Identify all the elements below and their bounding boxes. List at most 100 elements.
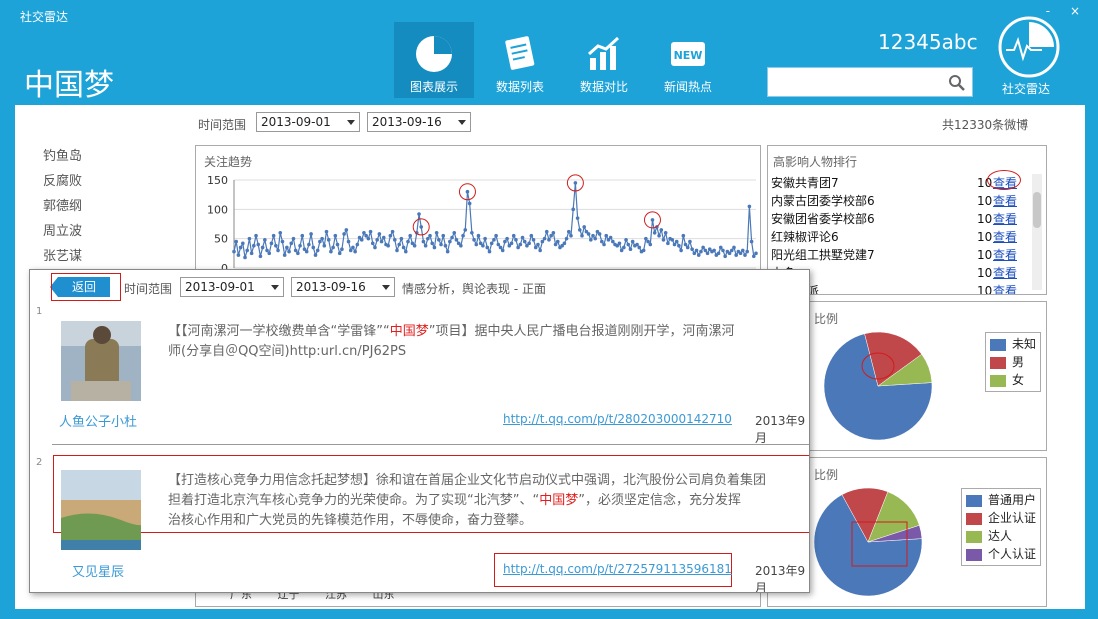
keyword-item[interactable]: 郭德纲 — [43, 195, 82, 220]
data-point — [256, 242, 261, 247]
data-point — [597, 232, 602, 236]
data-point — [688, 239, 692, 244]
data-point — [329, 249, 333, 254]
post-url-link[interactable]: http://t.qq.com/p/t/272579113596181 — [503, 562, 732, 576]
data-point — [241, 241, 245, 246]
data-point — [589, 238, 593, 242]
keyword-highlight: 中国梦 — [389, 324, 429, 339]
keyword-item[interactable]: 张艺谋 — [43, 245, 82, 270]
data-point — [390, 229, 395, 234]
data-point — [514, 238, 518, 242]
data-point — [441, 233, 446, 238]
person-count: 10 — [977, 284, 993, 295]
data-point — [694, 248, 699, 253]
nav-chart-display[interactable]: 图表展示 — [394, 22, 474, 98]
author-name[interactable]: 又见星辰 — [72, 561, 124, 580]
data-point — [397, 242, 401, 247]
person-name: 安徽共青团7 — [771, 176, 839, 190]
data-point — [373, 245, 377, 250]
data-point — [600, 239, 604, 244]
data-point — [287, 249, 291, 254]
start-date-select[interactable]: 2013-09-01 — [256, 112, 360, 132]
text-segment: 担着打造北京汽车核心竞争力的光荣使命。为了实现“北汽梦”、“ — [168, 493, 540, 508]
search-icon[interactable] — [948, 74, 966, 92]
data-point — [555, 239, 560, 244]
trend-title: 关注趋势 — [204, 155, 253, 169]
view-link[interactable]: 查看 — [993, 264, 1017, 282]
data-point — [476, 233, 481, 238]
data-point — [496, 242, 501, 247]
data-point — [622, 245, 626, 250]
legend-label: 男 — [1012, 355, 1025, 369]
data-point — [344, 228, 349, 232]
data-point — [443, 243, 448, 248]
legend-item: 女 — [990, 371, 1036, 389]
data-point — [542, 236, 547, 241]
data-point — [448, 239, 452, 244]
scrollbar-thumb[interactable] — [1033, 192, 1041, 228]
author-avatar[interactable] — [61, 470, 141, 550]
author-avatar[interactable] — [61, 321, 141, 401]
data-point — [234, 239, 239, 244]
data-point — [406, 239, 410, 244]
data-point — [359, 238, 364, 242]
data-point — [293, 248, 298, 253]
data-point — [375, 238, 379, 242]
post-url-link[interactable]: http://t.qq.com/p/t/280203000142710 — [503, 412, 732, 426]
nav-data-list[interactable]: 数据列表 — [480, 22, 560, 98]
data-point — [575, 216, 580, 220]
data-point — [326, 238, 331, 242]
data-point — [278, 231, 283, 235]
popup-start-date-value: 2013-09-01 — [185, 280, 255, 294]
data-point — [245, 248, 250, 253]
keyword-item[interactable]: 反腐败 — [43, 170, 82, 195]
person-name: 安徽团省委学校部6 — [771, 212, 875, 226]
data-point — [679, 248, 683, 253]
data-point — [637, 245, 642, 250]
search-input[interactable] — [767, 67, 973, 97]
data-point — [602, 242, 606, 247]
data-point — [705, 251, 710, 256]
data-point — [445, 249, 450, 254]
popup-end-date-select[interactable]: 2013-09-16 — [291, 277, 395, 297]
data-point — [459, 243, 463, 248]
nav-news-hot[interactable]: NEW 新闻热点 — [648, 22, 728, 98]
legend-item: 企业认证 — [966, 509, 1036, 527]
view-link[interactable]: 查看 — [993, 192, 1017, 210]
popup-start-date-select[interactable]: 2013-09-01 — [180, 277, 284, 297]
data-point — [320, 236, 324, 241]
data-point — [527, 241, 531, 246]
author-name[interactable]: 人鱼公子小杜 — [59, 411, 137, 430]
data-point — [236, 253, 241, 257]
data-point — [553, 242, 558, 247]
data-point — [313, 253, 318, 257]
view-link[interactable]: 查看 — [993, 210, 1017, 228]
bar-trend-icon — [588, 36, 620, 70]
data-point — [745, 249, 749, 254]
data-point — [437, 238, 441, 242]
popup-end-date-value: 2013-09-16 — [296, 280, 366, 294]
data-point — [547, 238, 551, 242]
scrollbar[interactable] — [1032, 174, 1042, 290]
data-point — [591, 233, 595, 238]
view-link[interactable]: 查看 — [993, 282, 1017, 294]
keyword-item[interactable]: 钓鱼岛 — [43, 145, 82, 170]
nav-data-compare[interactable]: 数据对比 — [564, 22, 644, 98]
data-point — [428, 233, 432, 238]
data-point — [652, 231, 657, 235]
data-point — [747, 204, 752, 209]
data-point — [703, 248, 708, 253]
legend-swatch — [990, 338, 1006, 351]
data-point — [657, 233, 661, 238]
data-point — [335, 242, 340, 247]
view-link[interactable]: 查看 — [993, 246, 1017, 264]
legend-swatch — [990, 374, 1006, 387]
legend-label: 普通用户 — [988, 493, 1037, 507]
nav-label: 数据列表 — [495, 80, 544, 94]
data-point — [401, 245, 406, 250]
data-point — [716, 251, 721, 256]
end-date-select[interactable]: 2013-09-16 — [367, 112, 471, 132]
data-point — [529, 233, 534, 238]
keyword-item[interactable]: 周立波 — [43, 220, 82, 245]
view-link[interactable]: 查看 — [993, 228, 1017, 246]
